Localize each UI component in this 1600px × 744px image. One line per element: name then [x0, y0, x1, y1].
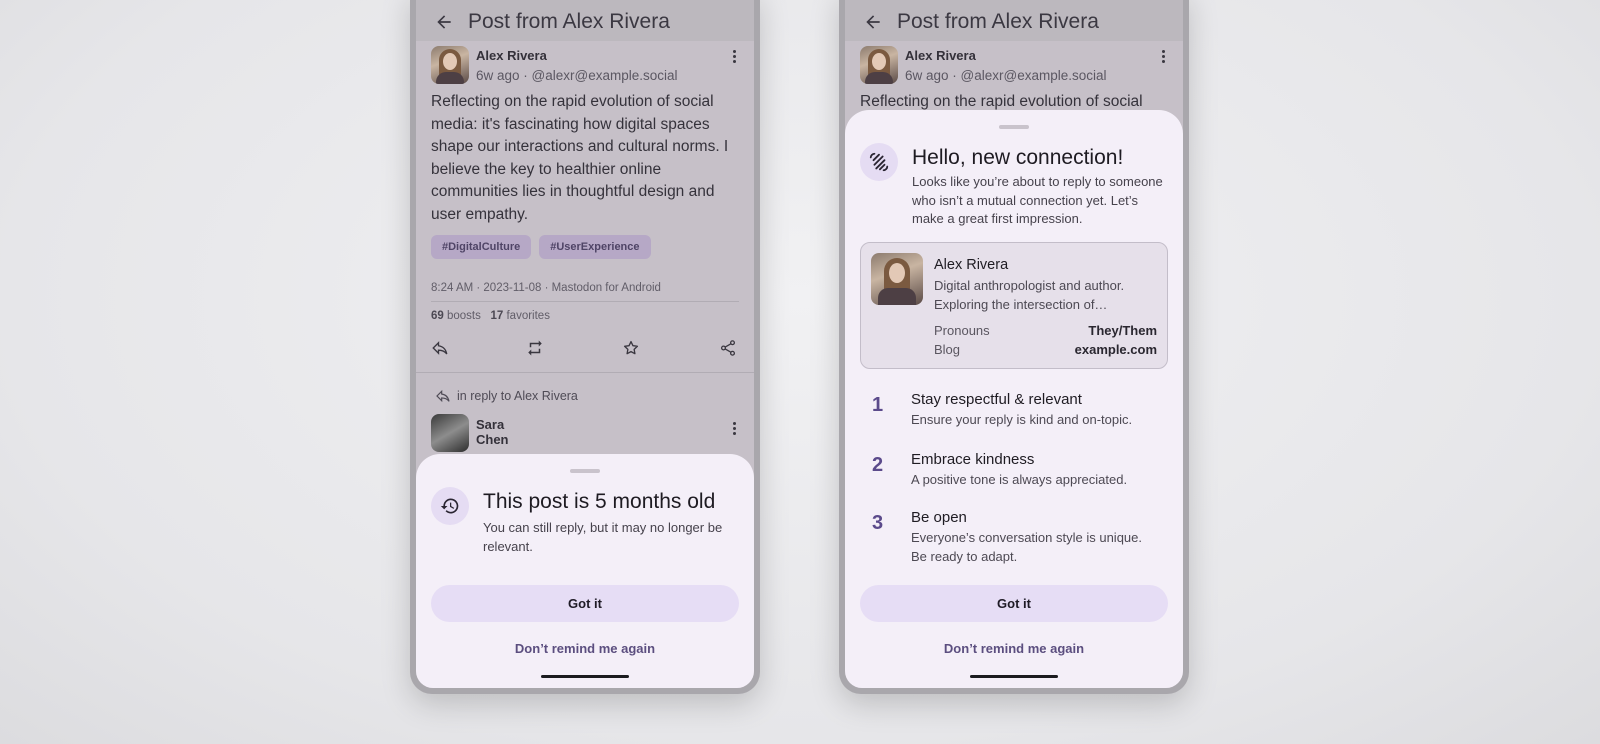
right-phone: Post from Alex Rivera Alex Rivera 6w ago… — [839, 0, 1189, 694]
avatar[interactable] — [431, 46, 469, 84]
left-screen: Post from Alex Rivera Alex Rivera 6w ago… — [416, 0, 754, 688]
more-vert-icon[interactable] — [1162, 50, 1166, 66]
reply-context-label: in reply to Alex Rivera — [457, 389, 578, 403]
favorites-count: 17 — [490, 310, 504, 322]
favorites-label: favorites — [506, 310, 550, 322]
profile-name: Alex Rivera — [934, 257, 1009, 273]
reply-icon — [436, 389, 450, 403]
divider — [431, 301, 739, 302]
left-phone: Post from Alex Rivera Alex Rivera 6w ago… — [410, 0, 760, 694]
post-timestamp: 8:24 AM · 2023-11-08 · Mastodon for Andr… — [431, 282, 661, 294]
waving-hand-icon — [860, 143, 898, 181]
post-meta: 6w ago · @alexr@example.social — [476, 68, 678, 83]
guideline-number: 1 — [872, 394, 884, 416]
post-actions — [431, 339, 739, 359]
post-author[interactable]: Alex Rivera — [905, 48, 976, 63]
right-screen: Post from Alex Rivera Alex Rivera 6w ago… — [845, 0, 1183, 688]
hashtag-chip[interactable]: #UserExperience — [539, 235, 651, 259]
history-icon — [431, 487, 469, 525]
boost-icon[interactable] — [526, 339, 544, 357]
sheet-body: You can still reply, but it may no longe… — [483, 520, 723, 554]
profile-bio: Digital anthropologist and author. Explo… — [934, 278, 1125, 312]
sheet-title: Hello, new connection! — [912, 146, 1124, 169]
page-title: Post from Alex Rivera — [897, 9, 1099, 33]
avatar[interactable] — [860, 46, 898, 84]
guideline-number: 2 — [872, 454, 884, 476]
post-counts: 69 boosts 17 favorites — [431, 310, 550, 322]
hashtags: #DigitalCulture #UserExperience — [431, 235, 651, 259]
gesture-bar — [970, 675, 1058, 678]
field-value: They/Them — [1088, 323, 1157, 338]
page-title: Post from Alex Rivera — [468, 9, 670, 33]
favorite-star-icon[interactable] — [622, 339, 640, 357]
hashtag-chip[interactable]: #DigitalCulture — [431, 235, 532, 259]
boosts-label: boosts — [447, 310, 481, 322]
guideline-desc: Everyone’s conversation style is unique.… — [911, 530, 1142, 564]
profile-card[interactable]: Alex Rivera Digital anthropologist and a… — [860, 242, 1168, 369]
bottom-sheet: This post is 5 months old You can still … — [416, 454, 754, 688]
guideline-title: Stay respectful & relevant — [911, 391, 1082, 408]
gesture-bar — [541, 675, 629, 678]
field-label: Blog — [934, 342, 961, 357]
app-bar: Post from Alex Rivera — [416, 0, 754, 41]
reply-icon[interactable] — [431, 339, 449, 357]
more-vert-icon[interactable] — [733, 422, 737, 438]
avatar[interactable] — [431, 414, 469, 452]
guideline-number: 3 — [872, 512, 884, 534]
back-arrow-icon[interactable] — [434, 12, 454, 32]
profile-field: Pronouns They/Them — [934, 323, 1157, 338]
app-bar: Post from Alex Rivera — [845, 0, 1183, 41]
profile-field: Blog example.com — [934, 342, 1157, 357]
share-icon[interactable] — [719, 339, 737, 357]
dont-remind-button[interactable]: Don’t remind me again — [845, 641, 1183, 656]
got-it-button[interactable]: Got it — [860, 585, 1168, 622]
got-it-button[interactable]: Got it — [431, 585, 739, 622]
guideline-title: Embrace kindness — [911, 451, 1035, 468]
post-text: Reflecting on the rapid evolution of soc… — [431, 93, 729, 223]
guideline-title: Be open — [911, 509, 967, 526]
boosts-count: 69 — [431, 310, 444, 322]
back-arrow-icon[interactable] — [863, 12, 883, 32]
sheet-body: Looks like you’re about to reply to some… — [912, 174, 1163, 226]
field-value[interactable]: example.com — [1075, 342, 1157, 357]
drag-handle[interactable] — [999, 125, 1029, 129]
post-author[interactable]: Alex Rivera — [476, 48, 547, 63]
post-meta: 6w ago · @alexr@example.social — [905, 68, 1107, 83]
field-label: Pronouns — [934, 323, 990, 338]
drag-handle[interactable] — [570, 469, 600, 473]
reply-author[interactable]: Sara Chen — [476, 417, 509, 447]
guideline-desc: Ensure your reply is kind and on-topic. — [911, 412, 1133, 427]
avatar — [871, 253, 923, 305]
more-vert-icon[interactable] — [733, 50, 737, 66]
divider — [416, 372, 754, 373]
sheet-title: This post is 5 months old — [483, 490, 716, 513]
bottom-sheet: Hello, new connection! Looks like you’re… — [845, 110, 1183, 688]
reply-context: in reply to Alex Rivera — [435, 388, 578, 404]
dont-remind-button[interactable]: Don’t remind me again — [416, 641, 754, 656]
guideline-desc: A positive tone is always appreciated. — [911, 472, 1128, 487]
